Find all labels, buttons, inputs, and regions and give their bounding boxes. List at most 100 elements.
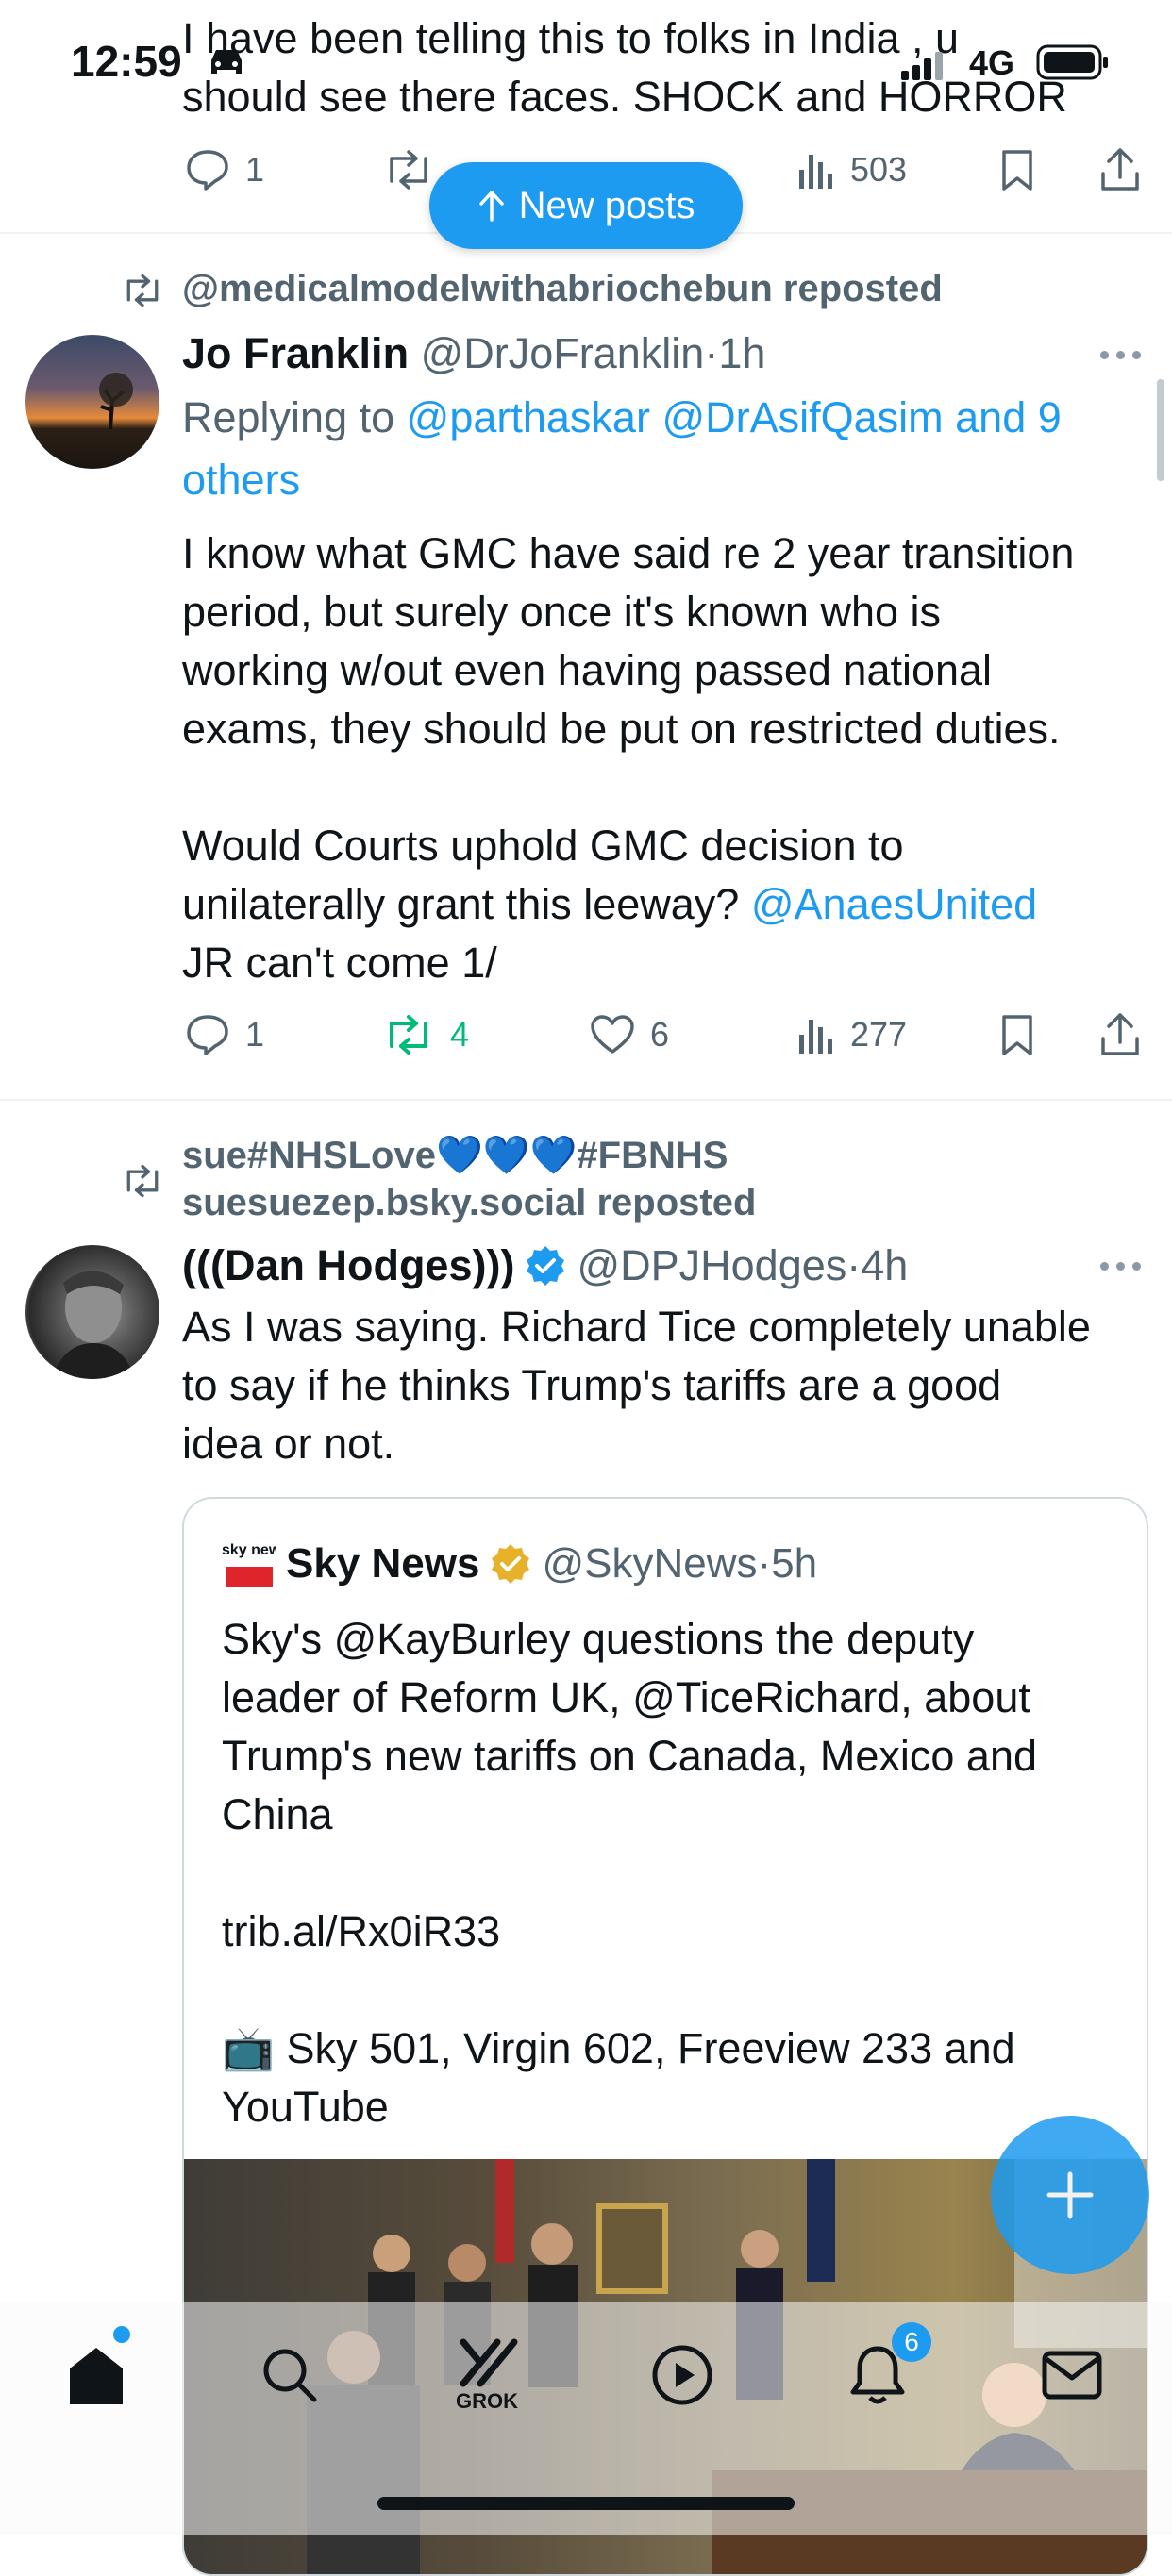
top-views-button[interactable]: 503 bbox=[797, 149, 907, 191]
grok-icon bbox=[460, 2338, 518, 2387]
car-icon bbox=[206, 45, 247, 84]
author-handle[interactable]: @DrJoFranklin bbox=[421, 329, 705, 377]
repost-icon bbox=[390, 1015, 427, 1055]
post1-line-4: exams, they should be put on restricted … bbox=[182, 705, 1061, 753]
compose-button[interactable] bbox=[991, 2116, 1149, 2274]
repost-count: 4 bbox=[450, 1015, 470, 1054]
post1-line-5: Would Courts uphold GMC decision to bbox=[182, 822, 904, 870]
quote-line-2: leader of Reform UK, @TiceRichard, about bbox=[222, 1673, 1030, 1721]
dot-separator: · bbox=[757, 1540, 772, 1587]
like-button[interactable]: 6 bbox=[590, 1014, 669, 1055]
post2-header: (((Dan Hodges))) @DPJHodges·4h bbox=[182, 1238, 908, 1294]
gold-verified-badge-icon bbox=[492, 1544, 530, 1584]
replying-others[interactable]: others bbox=[182, 451, 1062, 509]
status-time: 12:59 bbox=[71, 37, 182, 86]
reply-button[interactable]: 1 bbox=[185, 1014, 264, 1055]
post1-line-6: unilaterally grant this leeway? bbox=[182, 880, 740, 928]
new-posts-button[interactable]: New posts bbox=[429, 162, 743, 249]
post2-body: As I was saying. Richard Tice completely… bbox=[182, 1298, 1091, 1473]
quote-line-3: Trump's new tariffs on Canada, Mexico an… bbox=[222, 1732, 1038, 1780]
quote-time: 5h bbox=[771, 1540, 818, 1587]
sky-news-logo: sky news bbox=[222, 1537, 276, 1591]
bookmark-icon bbox=[1002, 150, 1032, 191]
top-reply-button[interactable]: 1 bbox=[185, 149, 264, 191]
replying-targets[interactable]: @parthaskar @DrAsifQasim and 9 bbox=[407, 393, 1062, 441]
new-posts-label: New posts bbox=[518, 184, 695, 226]
quote-tv-line-1: 📺 Sky 501, Virgin 602, Freeview 233 and bbox=[222, 2024, 1015, 2072]
author-name[interactable]: (((Dan Hodges))) bbox=[182, 1238, 514, 1294]
repost-indicator-icon bbox=[121, 274, 164, 312]
grok-label: GROK bbox=[456, 2389, 518, 2413]
repost-label[interactable]: sue#NHSLove💙💙💙#FBNHS suesuezep.bsky.soci… bbox=[182, 1132, 756, 1226]
mention-link[interactable]: @AnaesUnited bbox=[751, 880, 1037, 928]
post2-line-2: to say if he thinks Trump's tariffs are … bbox=[182, 1361, 1002, 1409]
quote-link[interactable]: trib.al/Rx0iR33 bbox=[222, 1903, 1037, 1961]
bookmark-button[interactable] bbox=[1000, 1014, 1034, 1062]
tab-messages[interactable] bbox=[1025, 2328, 1119, 2422]
divider bbox=[0, 1099, 1172, 1101]
scrollbar[interactable] bbox=[1157, 379, 1164, 481]
quote-header: sky news Sky News @SkyNews·5h bbox=[222, 1537, 817, 1591]
arrow-up-icon bbox=[478, 191, 504, 222]
reply-icon bbox=[187, 1015, 228, 1055]
repost-label[interactable]: @medicalmodelwithabriochebun reposted bbox=[182, 268, 943, 310]
quote-body: Sky's @KayBurley questions the deputy le… bbox=[222, 1610, 1037, 2136]
like-count: 6 bbox=[650, 1015, 670, 1054]
top-repost-button[interactable] bbox=[382, 149, 435, 191]
top-views-count: 503 bbox=[850, 150, 908, 189]
post1-header: Jo Franklin @DrJoFranklin·1h bbox=[182, 325, 765, 382]
more-options-button[interactable] bbox=[1100, 351, 1141, 359]
author-name[interactable]: Jo Franklin bbox=[182, 329, 409, 377]
post2-line-3: idea or not. bbox=[182, 1420, 395, 1468]
home-indicator[interactable] bbox=[377, 2497, 795, 2510]
dot-separator: · bbox=[704, 329, 719, 377]
share-button[interactable] bbox=[1099, 1012, 1141, 1062]
logo-text: sky news bbox=[222, 1542, 276, 1558]
search-icon bbox=[263, 2349, 317, 2402]
repost-indicator-icon bbox=[121, 1164, 164, 1203]
repost-button[interactable]: 4 bbox=[382, 1014, 469, 1055]
top-reply-count: 1 bbox=[245, 150, 265, 189]
repost-label-line-1: sue#NHSLove💙💙💙#FBNHS bbox=[182, 1135, 728, 1176]
post1-line-1: I know what GMC have said re 2 year tran… bbox=[182, 529, 1075, 577]
dot-separator: · bbox=[846, 1241, 862, 1289]
quote-author-handle[interactable]: @SkyNews bbox=[542, 1540, 757, 1587]
network-label: 4G bbox=[969, 43, 1015, 82]
mail-icon bbox=[1042, 2351, 1102, 2400]
views-icon bbox=[799, 155, 832, 189]
notification-badge: 6 bbox=[892, 2322, 931, 2362]
quote-line-1: Sky's @KayBurley questions the deputy bbox=[222, 1615, 975, 1663]
verified-badge-icon bbox=[527, 1246, 565, 1286]
avatar[interactable] bbox=[25, 1245, 159, 1379]
home-icon bbox=[70, 2348, 123, 2404]
top-bookmark-button[interactable] bbox=[1000, 149, 1034, 197]
replying-prefix: Replying to bbox=[182, 393, 395, 441]
tab-home[interactable] bbox=[49, 2328, 143, 2422]
more-options-button[interactable] bbox=[1100, 1262, 1141, 1271]
tab-grok[interactable]: GROK bbox=[440, 2328, 534, 2422]
home-unread-dot bbox=[113, 2326, 130, 2343]
share-icon bbox=[1101, 1013, 1139, 1055]
battery-icon bbox=[1036, 43, 1112, 86]
tab-video[interactable] bbox=[635, 2328, 729, 2422]
play-icon bbox=[652, 2345, 712, 2405]
reply-icon bbox=[187, 150, 228, 191]
quote-line-4: China bbox=[222, 1790, 333, 1838]
replying-to: Replying to @parthaskar @DrAsifQasim and… bbox=[182, 389, 1062, 509]
top-share-button[interactable] bbox=[1099, 147, 1141, 197]
post-time: 4h bbox=[861, 1241, 909, 1289]
post1-body: I know what GMC have said re 2 year tran… bbox=[182, 524, 1074, 992]
heart-icon bbox=[591, 1015, 634, 1054]
signal-icon bbox=[901, 52, 945, 85]
post1-line-7: JR can't come 1/ bbox=[182, 939, 497, 987]
views-icon bbox=[799, 1020, 832, 1054]
share-icon bbox=[1101, 148, 1139, 191]
post1-line-3: working w/out even having passed nationa… bbox=[182, 646, 993, 694]
views-button[interactable]: 277 bbox=[797, 1014, 907, 1055]
quote-author-name[interactable]: Sky News bbox=[286, 1540, 479, 1587]
tab-search[interactable] bbox=[243, 2328, 337, 2422]
repost-label-line-2: suesuezep.bsky.social reposted bbox=[182, 1182, 757, 1223]
author-handle[interactable]: @DPJHodges bbox=[577, 1241, 846, 1289]
avatar[interactable] bbox=[25, 335, 159, 469]
post1-line-2: period, but surely once it's known who i… bbox=[182, 588, 942, 636]
